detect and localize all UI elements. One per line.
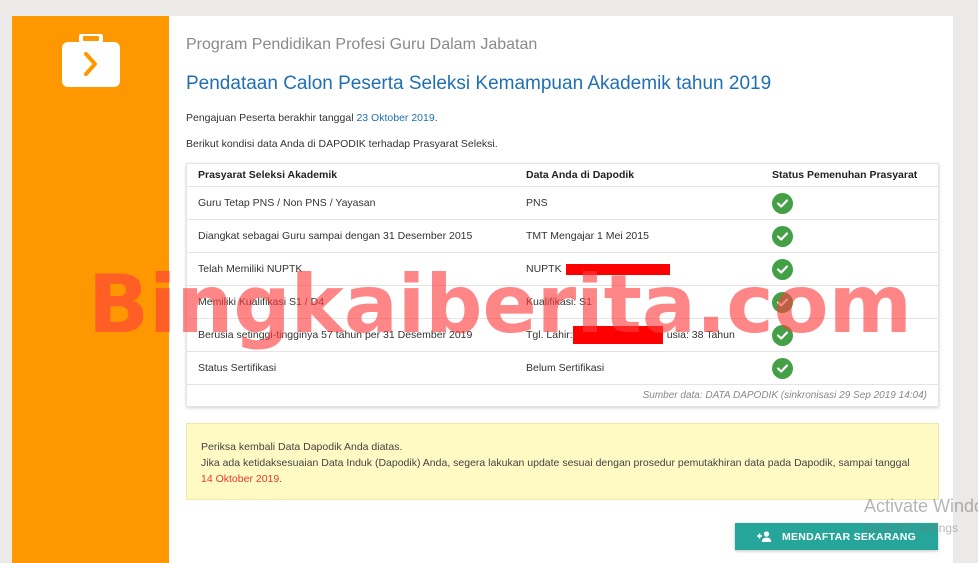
table-row: Telah Memiliki NUPTK NUPTK [187, 253, 938, 286]
requirement-cell: Guru Tetap PNS / Non PNS / Yayasan [198, 197, 376, 209]
check-icon [772, 258, 793, 280]
data-cell: Kualifikasi: S1 [526, 296, 592, 308]
deadline-date: 23 Oktober 2019 [356, 112, 435, 124]
activate-windows-text: Activate Windows [864, 496, 978, 516]
check-icon [772, 225, 793, 247]
age-label: usia: 38 Tahun [666, 329, 735, 341]
main-card: Program Pendidikan Profesi Guru Dalam Ja… [169, 16, 953, 563]
header-status: Status Pemenuhan Prasyarat [772, 169, 918, 181]
notice-line-2: Jika ada ketidaksesuaian Data Induk (Dap… [201, 455, 924, 487]
check-icon [772, 357, 793, 379]
nuptk-label: NUPTK [526, 263, 562, 275]
header-data: Data Anda di Dapodik [526, 169, 635, 181]
notice-text: Jika ada ketidaksesuaian Data Induk (Dap… [201, 457, 910, 469]
redaction-bar [572, 326, 663, 344]
briefcase-icon [62, 34, 120, 87]
sidebar [12, 16, 169, 563]
deadline-text: Pengajuan Peserta berakhir tanggal 23 Ok… [186, 112, 438, 124]
requirement-cell: Telah Memiliki NUPTK [198, 263, 303, 275]
data-cell: TMT Mengajar 1 Mei 2015 [526, 230, 649, 242]
notice-line-1: Periksa kembali Data Dapodik Anda diatas… [201, 441, 403, 453]
data-cell: PNS [526, 197, 548, 209]
requirement-cell: Memiliki Kualifikasi S1 / D4 [198, 296, 325, 308]
person-add-icon [756, 531, 772, 542]
pc-settings-text: Go to PC settings [864, 521, 959, 535]
table-row: Diangkat sebagai Guru sampai dengan 31 D… [187, 220, 938, 253]
header-requirement: Prasyarat Seleksi Akademik [198, 169, 338, 181]
table-header: Prasyarat Seleksi Akademik Data Anda di … [187, 164, 938, 187]
page-title: Pendataan Calon Peserta Seleksi Kemampua… [186, 73, 772, 94]
notice-box: Periksa kembali Data Dapodik Anda diatas… [186, 423, 939, 500]
table-row: Status Sertifikasi Belum Sertifikasi [187, 352, 938, 385]
page-subtitle: Program Pendidikan Profesi Guru Dalam Ja… [186, 36, 538, 53]
data-source-note: Sumber data: DATA DAPODIK (sinkronisasi … [642, 390, 927, 401]
requirement-cell: Berusia setinggi-tingginya 57 tahun per … [198, 329, 473, 341]
table-row: Guru Tetap PNS / Non PNS / Yayasan PNS [187, 187, 938, 220]
condition-text: Berikut kondisi data Anda di DAPODIK ter… [186, 138, 498, 150]
deadline-label: Pengajuan Peserta berakhir tanggal [186, 112, 357, 124]
data-cell: NUPTK [515, 263, 761, 275]
requirements-table: Prasyarat Seleksi Akademik Data Anda di … [186, 163, 939, 407]
table-row: Berusia setinggi-tingginya 57 tahun per … [187, 319, 938, 352]
notice-end: . [279, 473, 283, 485]
check-icon [772, 291, 793, 313]
check-icon [772, 192, 793, 214]
requirement-cell: Status Sertifikasi [198, 362, 277, 374]
redaction-bar [565, 263, 670, 275]
birthdate-label: Tgl. Lahir: [526, 329, 573, 341]
data-cell: Tgl. Lahir: usia: 38 Tahun [515, 326, 761, 344]
deadline-end: . [434, 112, 438, 124]
data-cell: Belum Sertifikasi [526, 362, 605, 374]
check-icon [772, 324, 793, 346]
table-row: Memiliki Kualifikasi S1 / D4 Kualifikasi… [187, 286, 938, 319]
requirement-cell: Diangkat sebagai Guru sampai dengan 31 D… [198, 230, 473, 242]
notice-date: 14 Oktober 2019 [201, 473, 280, 485]
